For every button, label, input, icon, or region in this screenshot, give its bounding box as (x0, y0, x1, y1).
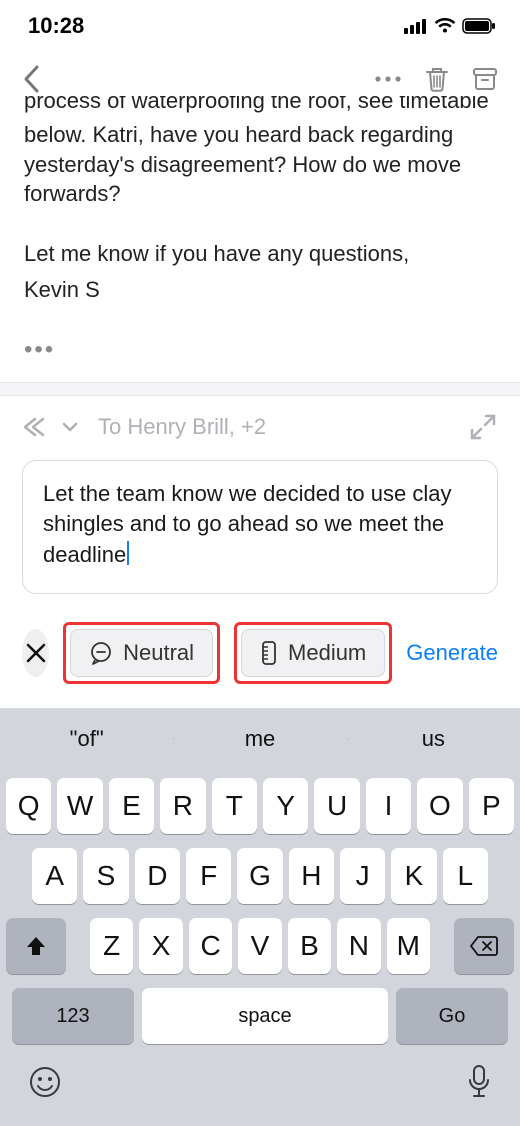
battery-icon (462, 18, 496, 34)
tone-highlight: Neutral (63, 622, 220, 684)
emoji-button[interactable] (28, 1065, 62, 1099)
archive-button[interactable] (472, 66, 498, 92)
keyboard: "of" me us Q W E R T Y U I O P A S D F G… (0, 708, 520, 1126)
tone-label: Neutral (123, 640, 194, 666)
ruler-icon (260, 640, 278, 666)
key-g[interactable]: G (237, 848, 282, 904)
reply-header: To Henry Brill, +2 (0, 396, 520, 460)
key-a[interactable]: A (32, 848, 77, 904)
length-highlight: Medium (234, 622, 392, 684)
key-i[interactable]: I (366, 778, 411, 834)
length-label: Medium (288, 640, 366, 666)
key-t[interactable]: T (212, 778, 257, 834)
key-go[interactable]: Go (396, 988, 508, 1044)
suggestion-1[interactable]: "of" (0, 726, 173, 752)
key-z[interactable]: Z (90, 918, 133, 974)
suggestion-3[interactable]: us (347, 726, 520, 752)
key-b[interactable]: B (288, 918, 331, 974)
close-icon (25, 642, 47, 664)
section-divider (0, 382, 520, 395)
reply-all-icon (22, 416, 56, 438)
more-options-button[interactable] (374, 75, 402, 83)
key-row-2: A S D F G H J K L (6, 848, 514, 904)
compose-textarea[interactable]: Let the team know we decided to use clay… (22, 460, 498, 594)
key-s[interactable]: S (83, 848, 128, 904)
back-button[interactable] (22, 64, 40, 94)
ai-options-row: Neutral Medium Generate (0, 594, 520, 708)
reply-to-field[interactable]: To Henry Brill, +2 (98, 414, 456, 440)
key-row-1: Q W E R T Y U I O P (6, 778, 514, 834)
compose-text: Let the team know we decided to use clay… (43, 481, 451, 568)
microphone-icon (466, 1064, 492, 1100)
key-c[interactable]: C (189, 918, 232, 974)
key-shift[interactable] (6, 918, 66, 974)
expand-compose-button[interactable] (468, 412, 498, 442)
generate-button[interactable]: Generate (406, 640, 498, 666)
text-caret (127, 541, 129, 565)
status-time: 10:28 (28, 13, 84, 39)
key-row-bottom: 123 space Go (6, 988, 514, 1054)
email-closing: Let me know if you have any questions, (24, 239, 496, 269)
key-e[interactable]: E (109, 778, 154, 834)
key-p[interactable]: P (469, 778, 514, 834)
show-more-button[interactable]: ••• (0, 322, 520, 382)
reply-type-selector[interactable] (22, 416, 78, 438)
email-body: process of waterproofing the roof, see t… (0, 106, 520, 322)
length-selector[interactable]: Medium (241, 629, 385, 677)
key-space[interactable]: space (142, 988, 388, 1044)
key-r[interactable]: R (160, 778, 205, 834)
keyboard-suggestions: "of" me us (0, 708, 520, 770)
key-numbers[interactable]: 123 (12, 988, 134, 1044)
key-y[interactable]: Y (263, 778, 308, 834)
key-x[interactable]: X (139, 918, 182, 974)
status-indicators (404, 18, 496, 34)
shift-icon (24, 934, 48, 958)
key-u[interactable]: U (314, 778, 359, 834)
key-w[interactable]: W (57, 778, 102, 834)
email-paragraph: below. Katri, have you heard back regard… (24, 120, 496, 209)
key-backspace[interactable] (454, 918, 514, 974)
status-bar: 10:28 (0, 0, 520, 53)
chat-tone-icon (89, 641, 113, 665)
key-o[interactable]: O (417, 778, 462, 834)
dismiss-ai-button[interactable] (22, 629, 49, 677)
key-h[interactable]: H (289, 848, 334, 904)
suggestion-2[interactable]: me (173, 726, 346, 752)
key-n[interactable]: N (337, 918, 380, 974)
cellular-signal-icon (404, 18, 428, 34)
delete-button[interactable] (424, 65, 450, 93)
key-m[interactable]: M (387, 918, 430, 974)
key-f[interactable]: F (186, 848, 231, 904)
tone-selector[interactable]: Neutral (70, 629, 213, 677)
key-k[interactable]: K (391, 848, 436, 904)
key-q[interactable]: Q (6, 778, 51, 834)
email-cut-line: process of waterproofing the roof, see t… (24, 96, 496, 120)
key-v[interactable]: V (238, 918, 281, 974)
email-signature: Kevin S (24, 275, 496, 305)
key-d[interactable]: D (135, 848, 180, 904)
chevron-down-icon (62, 421, 78, 433)
dictation-button[interactable] (466, 1064, 492, 1100)
keyboard-footer (0, 1054, 520, 1126)
emoji-icon (28, 1065, 62, 1099)
key-row-3: Z X C V B N M (6, 918, 514, 974)
key-j[interactable]: J (340, 848, 385, 904)
key-l[interactable]: L (443, 848, 488, 904)
backspace-icon (469, 935, 499, 957)
wifi-icon (434, 18, 456, 34)
